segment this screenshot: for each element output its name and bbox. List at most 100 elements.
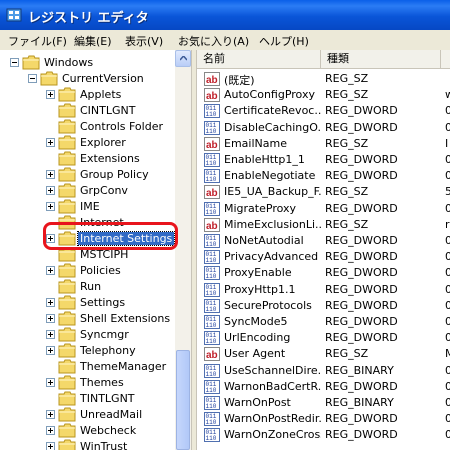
value-data: 0	[445, 298, 450, 312]
svg-text:110: 110	[206, 435, 217, 442]
value-row[interactable]: 011 110 DisableCachingO... REG_DWORD 0	[197, 120, 450, 136]
tree-node[interactable]: UnreadMail	[46, 407, 175, 423]
expand-icon[interactable]	[46, 314, 55, 323]
menu-help[interactable]: ヘルプ(H)	[259, 33, 309, 49]
tree-node[interactable]: Shell Extensions	[46, 311, 175, 327]
tree-node[interactable]: Applets	[46, 87, 175, 103]
value-type: REG_DWORD	[325, 428, 398, 442]
value-row[interactable]: ab EmailName REG_SZ I	[197, 136, 450, 152]
expand-icon[interactable]	[46, 298, 55, 307]
title-bar[interactable]: レジストリ エディタ	[0, 0, 450, 30]
column-header-data[interactable]	[441, 50, 450, 68]
menu-file[interactable]: ファイル(F)	[8, 33, 67, 49]
value-row[interactable]: ab IE5_UA_Backup_F... REG_SZ 5	[197, 184, 450, 200]
tree-node[interactable]: CurrentVersion	[28, 71, 175, 87]
value-row[interactable]: ab User Agent REG_SZ M	[197, 346, 450, 362]
tree-node[interactable]: Syncmgr	[46, 327, 175, 343]
highlight-annotation	[43, 222, 178, 250]
folder-icon	[58, 103, 76, 118]
svg-text:110: 110	[206, 257, 217, 264]
value-row[interactable]: 011 110 SyncMode5 REG_DWORD 0	[197, 314, 450, 330]
value-name: CertificateRevoc...	[224, 104, 321, 118]
expand-icon[interactable]	[46, 90, 55, 99]
tree-node[interactable]: ThemeManager	[46, 359, 175, 375]
value-row[interactable]: 011 110 CertificateRevoc... REG_DWORD 0	[197, 103, 450, 119]
expand-icon[interactable]	[46, 186, 55, 195]
value-row[interactable]: 011 110 PrivacyAdvanced REG_DWORD 0	[197, 249, 450, 265]
tree-node[interactable]: IME	[46, 199, 175, 215]
tree-node[interactable]: TINTLGNT	[46, 391, 175, 407]
svg-text:110: 110	[206, 273, 217, 280]
value-row[interactable]: ab MimeExclusionLi... REG_SZ r	[197, 217, 450, 233]
menu-view[interactable]: 表示(V)	[125, 33, 163, 49]
svg-text:110: 110	[206, 209, 217, 216]
string-value-icon: ab	[204, 88, 220, 103]
column-header-name[interactable]: 名前	[197, 50, 321, 68]
svg-text:110: 110	[206, 371, 217, 378]
collapse-icon[interactable]	[10, 58, 19, 67]
tree-node[interactable]: GrpConv	[46, 183, 175, 199]
value-type: REG_SZ	[325, 72, 369, 85]
scroll-up-button[interactable]	[175, 50, 191, 67]
tree-node[interactable]: CINTLGNT	[46, 103, 175, 119]
expand-icon[interactable]	[46, 202, 55, 211]
expand-icon[interactable]	[46, 346, 55, 355]
value-row[interactable]: 011 110 ProxyHttp1.1 REG_DWORD 0	[197, 282, 450, 298]
tree-node[interactable]: WinTrust	[46, 439, 175, 450]
tree-node[interactable]: Themes	[46, 375, 175, 391]
registry-key-tree[interactable]: Windows CurrentVersion Applets CINTLGNT Cont…	[0, 50, 175, 450]
binary-value-icon: 011 110	[204, 379, 220, 394]
binary-value-icon: 011 110	[204, 234, 220, 248]
value-row[interactable]: 011 110 EnableHttp1_1 REG_DWORD 0	[197, 152, 450, 168]
value-row[interactable]: 011 110 NoNetAutodial REG_DWORD 0	[197, 233, 450, 249]
value-row[interactable]: 011110 WarnOnZoneCross... REG_DWORD 0	[197, 427, 450, 443]
value-row[interactable]: 011 110 UrlEncoding REG_DWORD 0	[197, 330, 450, 346]
expand-icon[interactable]	[46, 442, 55, 450]
tree-node[interactable]: Windows	[10, 55, 175, 71]
tree-node[interactable]: Settings	[46, 295, 175, 311]
value-row[interactable]: 011 110 UseSchannelDire... REG_BINARY 0	[197, 363, 450, 379]
value-data: w	[445, 88, 450, 102]
value-row[interactable]: 011 110 ProxyEnable REG_DWORD 0	[197, 265, 450, 281]
folder-icon	[58, 87, 76, 102]
value-row[interactable]: 011 110 MigrateProxy REG_DWORD 0	[197, 201, 450, 217]
tree-node-label: IME	[80, 200, 100, 213]
expand-icon[interactable]	[46, 410, 55, 419]
tree-node-label: Explorer	[80, 136, 126, 149]
tree-node-label: Webcheck	[80, 424, 137, 437]
binary-value-icon: 011 110	[204, 120, 220, 135]
expand-icon[interactable]	[46, 426, 55, 435]
value-row[interactable]: 011 110 WarnonBadCertR... REG_DWORD 0	[197, 379, 450, 395]
tree-vertical-scrollbar[interactable]	[175, 50, 191, 450]
value-row[interactable]: 011 110 WarnOnPostRedir... REG_DWORD 0	[197, 411, 450, 427]
tree-node[interactable]: Webcheck	[46, 423, 175, 439]
collapse-icon[interactable]	[28, 74, 37, 83]
tree-node[interactable]: Telephony	[46, 343, 175, 359]
value-row[interactable]: 011 110 SecureProtocols REG_DWORD 0	[197, 298, 450, 314]
tree-node[interactable]: Run	[46, 279, 175, 295]
value-name: IE5_UA_Backup_F...	[224, 185, 321, 199]
tree-node[interactable]: Controls Folder	[46, 119, 175, 135]
value-type: REG_SZ	[325, 136, 369, 150]
tree-node[interactable]: Group Policy	[46, 167, 175, 183]
registry-value-list[interactable]: 名前 種類 ab (既定) REG_SZ ab AutoConfigProxy REG_S…	[197, 50, 450, 450]
value-row[interactable]: ab AutoConfigProxy REG_SZ w	[197, 87, 450, 103]
expand-icon[interactable]	[46, 170, 55, 179]
scroll-thumb[interactable]	[176, 350, 190, 450]
menu-edit[interactable]: 編集(E)	[74, 33, 112, 49]
value-row[interactable]: 011 110 EnableNegotiate REG_DWORD 0	[197, 168, 450, 184]
expand-icon[interactable]	[46, 138, 55, 147]
tree-node[interactable]: Policies	[46, 263, 175, 279]
expand-icon[interactable]	[46, 330, 55, 339]
menu-favorites[interactable]: お気に入り(A)	[178, 33, 249, 49]
tree-node[interactable]: Extensions	[46, 151, 175, 167]
expand-icon[interactable]	[46, 378, 55, 387]
tree-node[interactable]: Explorer	[46, 135, 175, 151]
tree-node-label: Shell Extensions	[80, 312, 171, 325]
value-data: 0	[445, 153, 450, 166]
value-row[interactable]: ab (既定) REG_SZ	[197, 71, 450, 87]
expand-icon[interactable]	[46, 266, 55, 275]
column-header-type[interactable]: 種類	[321, 50, 441, 68]
value-name: User Agent	[224, 347, 286, 361]
value-row[interactable]: 011 110 WarnOnPost REG_BINARY 0	[197, 395, 450, 411]
